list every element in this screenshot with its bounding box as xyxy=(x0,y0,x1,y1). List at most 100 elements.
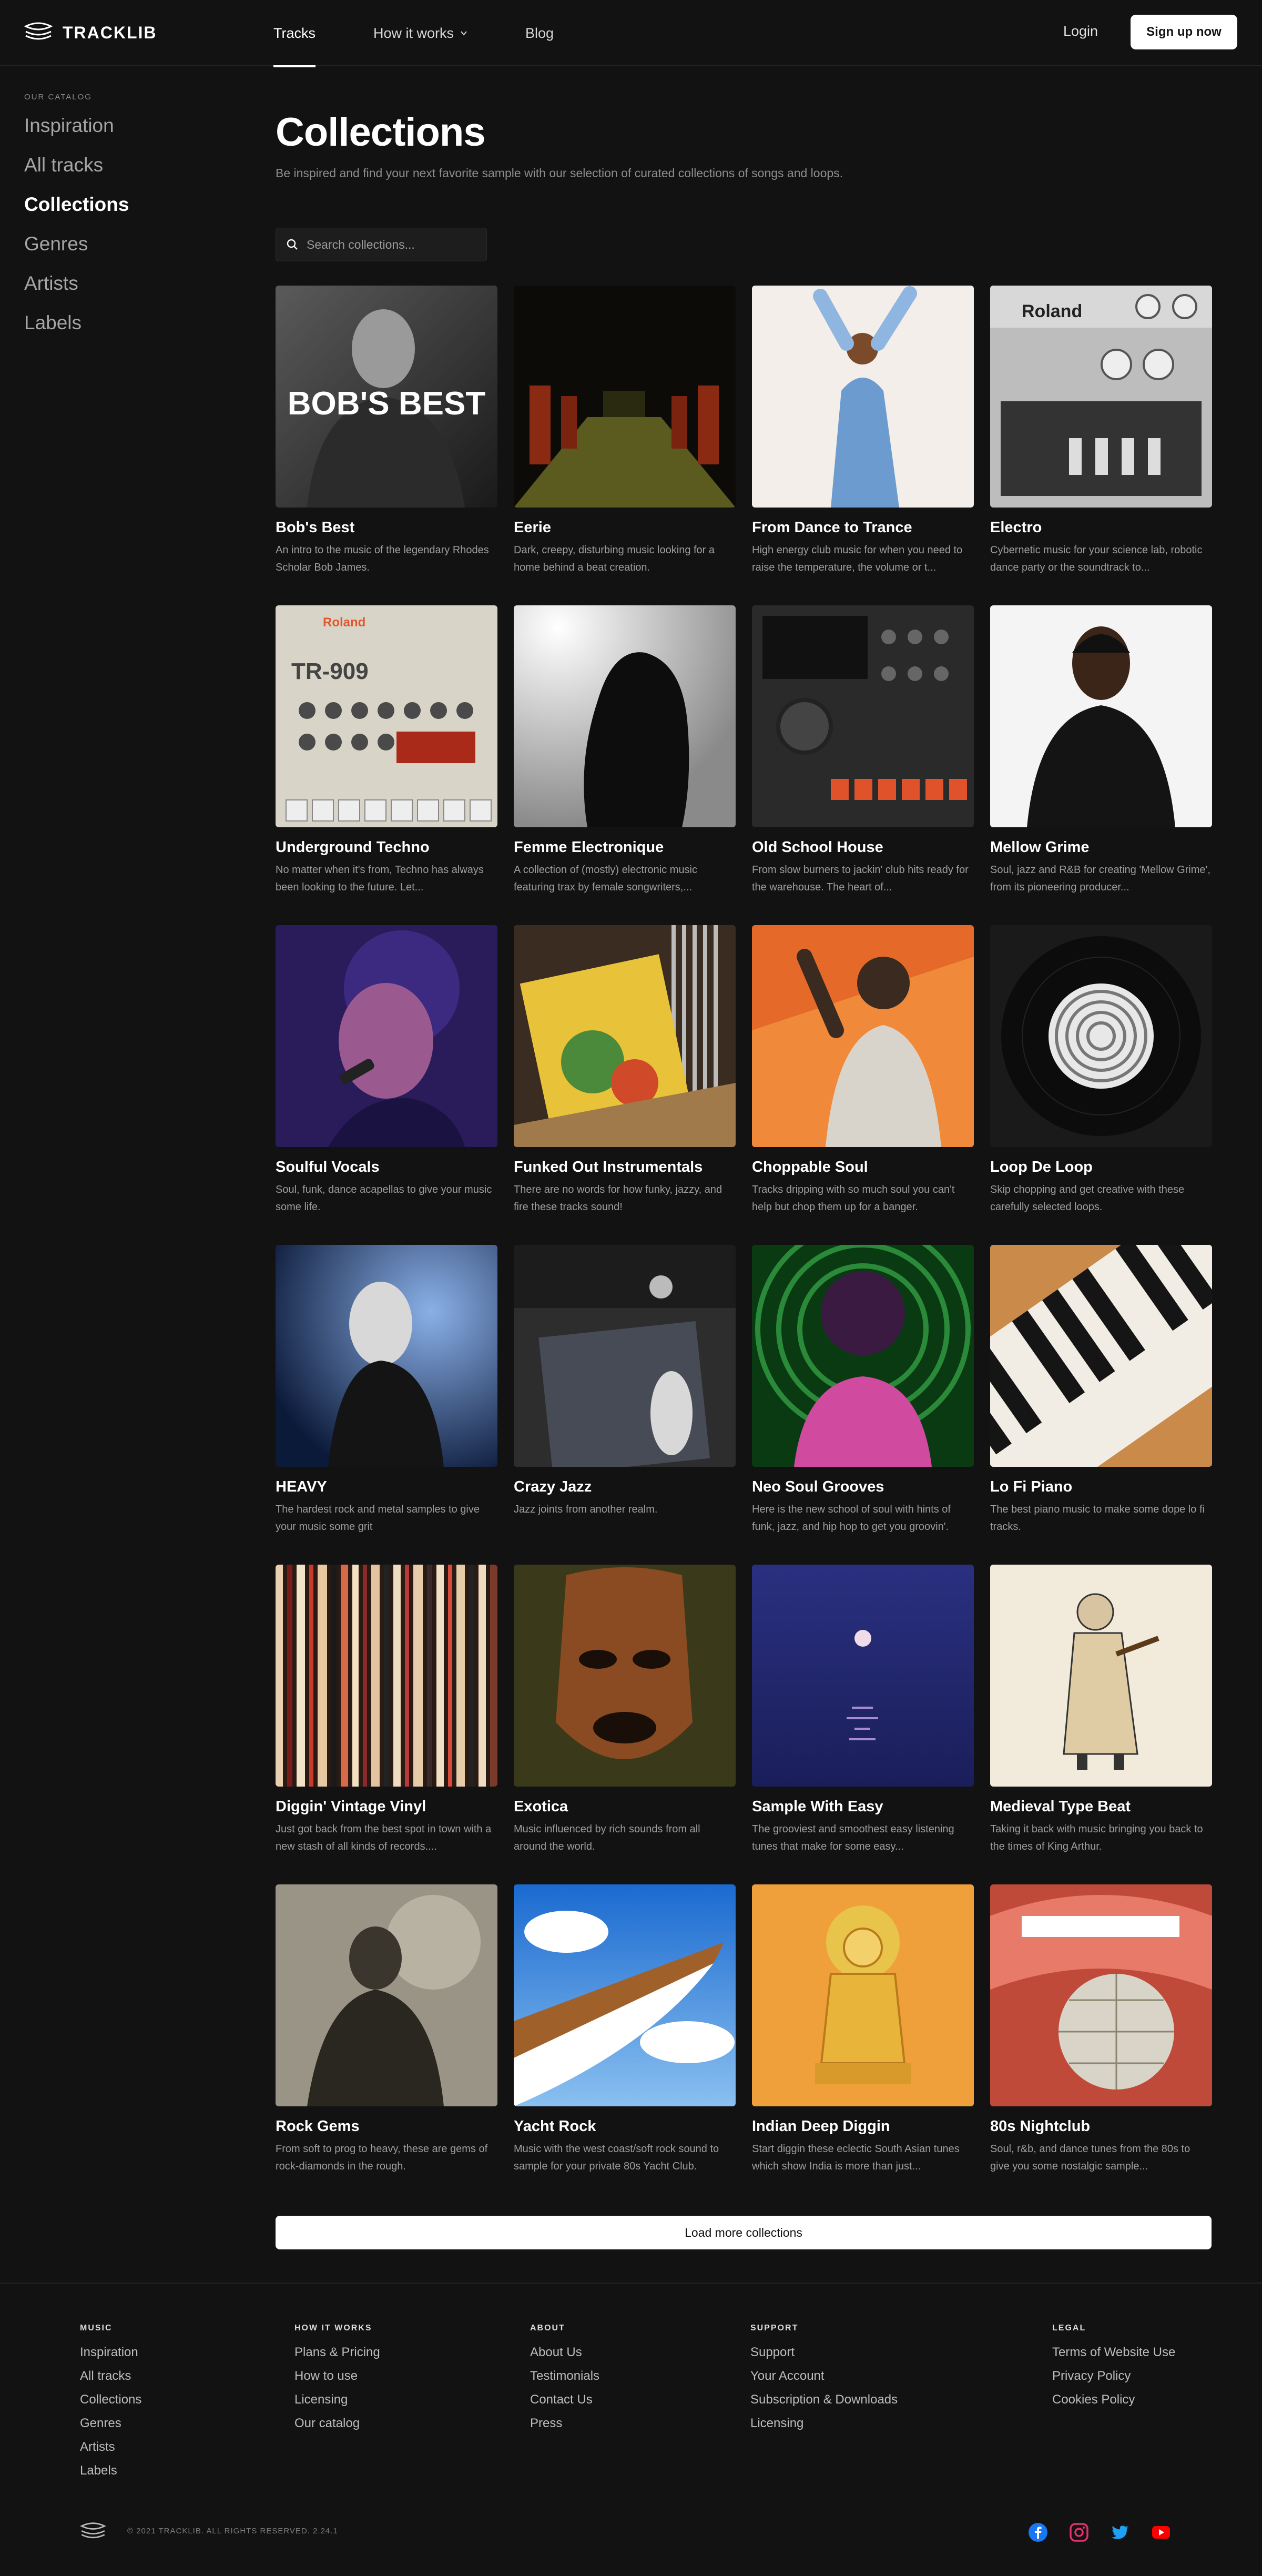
collection-card[interactable]: HEAVY The hardest rock and metal samples… xyxy=(276,1245,497,1565)
collection-description: An intro to the music of the legendary R… xyxy=(276,544,489,573)
footer-column-support: SUPPORT Support Your Account Subscriptio… xyxy=(750,2324,898,2439)
collection-image xyxy=(276,1884,497,2106)
collection-title: Eerie xyxy=(514,519,551,536)
nav-blog-label: Blog xyxy=(525,25,554,41)
load-more-button[interactable]: Load more collections xyxy=(276,2216,1212,2249)
collection-title: Loop De Loop xyxy=(990,1159,1093,1175)
collection-card[interactable]: Eerie Dark, creepy, disturbing music loo… xyxy=(514,286,736,605)
collection-card[interactable]: Neo Soul Grooves Here is the new school … xyxy=(752,1245,974,1565)
collection-card[interactable]: Rock Gems From soft to prog to heavy, th… xyxy=(276,1884,497,2204)
collection-title: Choppable Soul xyxy=(752,1159,868,1175)
footer-link[interactable]: Licensing xyxy=(294,2392,380,2416)
collection-card[interactable]: Medieval Type Beat Taking it back with m… xyxy=(990,1565,1212,1884)
tracklib-logo-icon[interactable] xyxy=(79,2521,107,2542)
collection-card[interactable]: Funked Out Instrumentals There are no wo… xyxy=(514,925,736,1245)
collection-card[interactable]: Choppable Soul Tracks dripping with so m… xyxy=(752,925,974,1245)
collection-title: Exotica xyxy=(514,1798,568,1815)
collection-card[interactable]: Roland Electro Cybernetic music for your… xyxy=(990,286,1212,605)
sidebar-item-inspiration[interactable]: Inspiration xyxy=(24,114,129,153)
collection-card[interactable]: Lo Fi Piano The best piano music to make… xyxy=(990,1245,1212,1565)
collection-description: Cybernetic music for your science lab, r… xyxy=(990,544,1203,573)
collection-description: Tracks dripping with so much soul you ca… xyxy=(752,1184,955,1213)
page-subtitle: Be inspired and find your next favorite … xyxy=(276,166,843,180)
signup-button[interactable]: Sign up now xyxy=(1131,15,1237,49)
footer-link[interactable]: Terms of Website Use xyxy=(1052,2345,1175,2368)
instagram-icon[interactable] xyxy=(1069,2522,1089,2542)
sidebar-item-genres[interactable]: Genres xyxy=(24,232,129,271)
collection-card[interactable]: Roland TR-909 Underground Techno No matt… xyxy=(276,605,497,925)
login-link[interactable]: Login xyxy=(1063,23,1098,39)
collection-card[interactable]: From Dance to Trance High energy club mu… xyxy=(752,286,974,605)
footer-link[interactable]: Genres xyxy=(80,2416,141,2439)
collection-card[interactable]: Soulful Vocals Soul, funk, dance acapell… xyxy=(276,925,497,1245)
footer-link[interactable]: Inspiration xyxy=(80,2345,141,2368)
nav-how-it-works[interactable]: How it works xyxy=(373,0,467,66)
footer-link[interactable]: Subscription & Downloads xyxy=(750,2392,898,2416)
footer-link[interactable]: Your Account xyxy=(750,2368,898,2392)
collection-image: Roland TR-909 xyxy=(276,605,497,827)
collection-description: Music with the west coast/soft rock soun… xyxy=(514,2143,719,2172)
collection-image xyxy=(514,1565,736,1787)
collection-card[interactable]: 80s Nightclub Soul, r&b, and dance tunes… xyxy=(990,1884,1212,2204)
collection-title: Indian Deep Diggin xyxy=(752,2118,890,2135)
collection-card[interactable]: Mellow Grime Soul, jazz and R&B for crea… xyxy=(990,605,1212,925)
footer-link[interactable]: Cookies Policy xyxy=(1052,2392,1175,2416)
footer-link[interactable]: Contact Us xyxy=(530,2392,599,2416)
collection-card[interactable]: BOB'S BEST Bob's Best An intro to the mu… xyxy=(276,286,497,605)
sidebar-item-all-tracks[interactable]: All tracks xyxy=(24,153,129,192)
facebook-icon[interactable] xyxy=(1028,2522,1048,2542)
collection-image xyxy=(752,605,974,827)
collection-card[interactable]: Indian Deep Diggin Start diggin these ec… xyxy=(752,1884,974,2204)
footer-link[interactable]: Labels xyxy=(80,2463,141,2487)
collection-description: Soul, funk, dance acapellas to give your… xyxy=(276,1184,492,1213)
collection-description: A collection of (mostly) electronic musi… xyxy=(514,864,698,893)
collection-card[interactable]: Loop De Loop Skip chopping and get creat… xyxy=(990,925,1212,1245)
youtube-icon[interactable] xyxy=(1151,2522,1171,2542)
sidebar-item-artists[interactable]: Artists xyxy=(24,271,129,311)
collection-card[interactable]: Exotica Music influenced by rich sounds … xyxy=(514,1565,736,1884)
footer-link[interactable]: How to use xyxy=(294,2368,380,2392)
collection-description: Dark, creepy, disturbing music looking f… xyxy=(514,544,715,573)
collection-title: From Dance to Trance xyxy=(752,519,912,536)
footer-column-how-it-works: HOW IT WORKS Plans & Pricing How to use … xyxy=(294,2324,380,2439)
twitter-icon[interactable] xyxy=(1110,2522,1130,2542)
footer-link[interactable]: Press xyxy=(530,2416,599,2439)
footer-link[interactable]: Collections xyxy=(80,2392,141,2416)
collection-description: The best piano music to make some dope l… xyxy=(990,1504,1205,1533)
footer-link[interactable]: Plans & Pricing xyxy=(294,2345,380,2368)
collection-title: Rock Gems xyxy=(276,2118,360,2135)
collection-card[interactable]: Sample With Easy The grooviest and smoot… xyxy=(752,1565,974,1884)
sidebar-heading: OUR CATALOG xyxy=(24,93,92,102)
nav-tracks[interactable]: Tracks xyxy=(273,0,316,67)
collection-description: The hardest rock and metal samples to gi… xyxy=(276,1504,480,1533)
footer-link[interactable]: Our catalog xyxy=(294,2416,380,2439)
collection-title: Diggin' Vintage Vinyl xyxy=(276,1798,426,1815)
collection-card[interactable]: Femme Electronique A collection of (most… xyxy=(514,605,736,925)
collection-title: Medieval Type Beat xyxy=(990,1798,1131,1815)
nav-blog[interactable]: Blog xyxy=(525,0,554,66)
collection-card[interactable]: Crazy Jazz Jazz joints from another real… xyxy=(514,1245,736,1565)
footer-link[interactable]: About Us xyxy=(530,2345,599,2368)
collection-description: Music influenced by rich sounds from all… xyxy=(514,1823,700,1852)
social-links xyxy=(1028,2522,1171,2542)
collection-image xyxy=(990,605,1212,827)
collection-description: From slow burners to jackin' club hits r… xyxy=(752,864,969,893)
collection-card[interactable]: Diggin' Vintage Vinyl Just got back from… xyxy=(276,1565,497,1884)
chevron-down-icon xyxy=(461,31,467,36)
collection-card[interactable]: Old School House From slow burners to ja… xyxy=(752,605,974,925)
sidebar-item-labels[interactable]: Labels xyxy=(24,311,129,350)
search-input[interactable] xyxy=(307,237,475,252)
footer-link[interactable]: All tracks xyxy=(80,2368,141,2392)
collection-title: Funked Out Instrumentals xyxy=(514,1159,703,1175)
footer-link[interactable]: Testimonials xyxy=(530,2368,599,2392)
footer-link[interactable]: Privacy Policy xyxy=(1052,2368,1175,2392)
footer-link[interactable]: Support xyxy=(750,2345,898,2368)
thumb-text-model: TR-909 xyxy=(291,658,369,684)
footer-link[interactable]: Licensing xyxy=(750,2416,898,2439)
collection-title: Electro xyxy=(990,519,1042,536)
sidebar-item-collections[interactable]: Collections xyxy=(24,192,129,232)
collection-card[interactable]: Yacht Rock Music with the west coast/sof… xyxy=(514,1884,736,2204)
footer-link[interactable]: Artists xyxy=(80,2439,141,2463)
footer-column-about: ABOUT About Us Testimonials Contact Us P… xyxy=(530,2324,599,2439)
tracklib-logo[interactable]: TRACKLIB xyxy=(24,21,157,44)
